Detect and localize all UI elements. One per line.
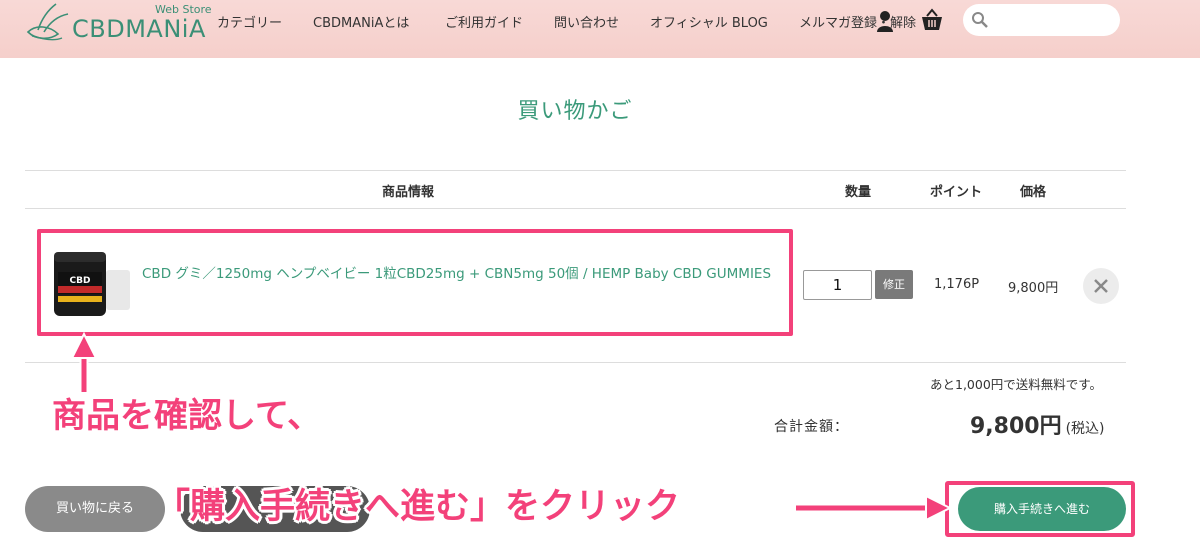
table-header-border xyxy=(25,208,1126,209)
site-header: CBDMANiA Web Store カテゴリー CBDMANiAとは ご利用ガ… xyxy=(0,0,1200,58)
proceed-checkout-button[interactable]: 購入手続きへ進む xyxy=(958,487,1126,531)
up-arrow-icon xyxy=(70,331,98,392)
close-icon xyxy=(1094,279,1108,293)
logo-text: CBDMANiA xyxy=(72,15,206,43)
total-amount: 9,800円 (税込) xyxy=(970,408,1105,440)
tax-note: (税込) xyxy=(1065,421,1105,437)
table-top-border xyxy=(25,170,1126,171)
nav-contact[interactable]: 問い合わせ xyxy=(554,12,619,31)
nav-blog[interactable]: オフィシャル BLOG xyxy=(650,12,768,31)
logo-subtitle: Web Store xyxy=(155,3,212,16)
header-product: 商品情報 xyxy=(382,185,435,200)
free-shipping-note: あと1,000円で送料無料です。 xyxy=(930,377,1103,392)
update-quantity-button[interactable]: 修正 xyxy=(875,270,913,299)
remove-item-button[interactable] xyxy=(1083,268,1119,304)
continue-shopping-button[interactable]: 買い物に戻る xyxy=(25,486,165,532)
annotation-click-proceed: 「購入手続きへ進む」をクリック xyxy=(155,487,681,527)
cart-icon[interactable] xyxy=(920,8,944,32)
header-points: ポイント xyxy=(930,185,983,200)
user-icon[interactable] xyxy=(876,10,894,32)
svg-text:CBD: CBD xyxy=(70,276,91,286)
leaf-logo-icon xyxy=(26,3,69,41)
annotation-check-product: 商品を確認して、 xyxy=(52,396,322,436)
site-logo[interactable]: CBDMANiA Web Store xyxy=(22,2,212,46)
nav-category[interactable]: カテゴリー xyxy=(217,12,282,31)
nav-guide[interactable]: ご利用ガイド xyxy=(445,12,523,31)
product-image[interactable]: CBD xyxy=(50,250,134,318)
search-input[interactable] xyxy=(963,4,1120,36)
quantity-input[interactable]: 1 xyxy=(803,270,872,300)
product-points: 1,176P xyxy=(934,277,980,292)
page-title: 買い物かご xyxy=(517,99,633,124)
total-label: 合計金額： xyxy=(774,419,849,435)
product-price: 9,800円 xyxy=(1008,281,1059,296)
total-value: 9,800円 xyxy=(970,414,1062,439)
nav-about[interactable]: CBDMANiAとは xyxy=(313,12,409,31)
header-price: 価格 xyxy=(1020,185,1047,200)
table-bottom-border xyxy=(25,362,1126,363)
nav-newsletter[interactable]: メルマガ登録・解除 xyxy=(799,12,916,31)
search-icon xyxy=(972,12,988,28)
product-name-link[interactable]: CBD グミ／1250mg ヘンプベイビー 1粒CBD25mg + CBN5mg… xyxy=(142,263,792,285)
right-arrow-icon xyxy=(796,494,953,522)
header-quantity: 数量 xyxy=(845,185,872,200)
